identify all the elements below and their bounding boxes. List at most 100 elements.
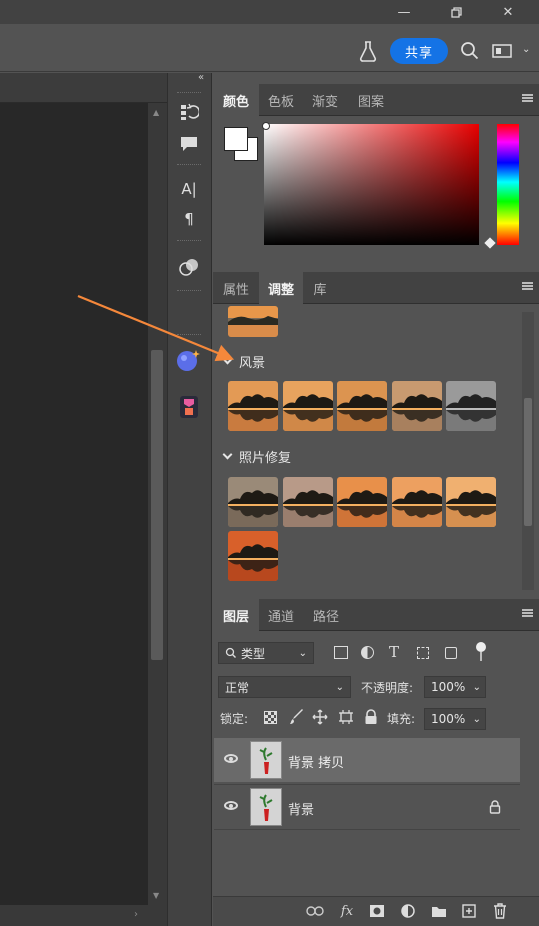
preset-thumbnail[interactable]: [446, 477, 496, 527]
strip-grip[interactable]: [177, 240, 201, 243]
flask-icon[interactable]: [358, 40, 378, 62]
filter-toggle[interactable]: [476, 642, 486, 662]
tab-color[interactable]: 颜色: [213, 84, 259, 116]
workspace-icon[interactable]: [492, 43, 514, 59]
filter-adjustment-icon[interactable]: [361, 646, 374, 659]
layer-filter-select[interactable]: 类型 ⌄: [218, 642, 314, 664]
chevron-down-icon: ⌄: [472, 681, 481, 693]
lock-all-icon[interactable]: [364, 709, 378, 725]
layer-thumbnail: [250, 741, 282, 779]
panel-menu-icon[interactable]: [522, 94, 533, 102]
tab-paths[interactable]: 路径: [303, 599, 349, 631]
comments-icon[interactable]: [171, 131, 207, 157]
horizontal-scrollbar[interactable]: [0, 905, 167, 926]
adjustment-icon[interactable]: [399, 903, 417, 919]
tab-swatches[interactable]: 色板: [259, 84, 303, 116]
preset-thumbnail[interactable]: [391, 477, 442, 527]
tab-layers[interactable]: 图层: [213, 599, 259, 631]
foreground-color-swatch[interactable]: [224, 127, 248, 151]
preset-thumbnail[interactable]: [391, 381, 442, 431]
preset-thumbnail[interactable]: [282, 477, 333, 527]
filter-smartobject-icon[interactable]: [445, 647, 457, 659]
filter-pixel-icon[interactable]: [334, 646, 348, 659]
layer-name[interactable]: 背景 拷贝: [288, 752, 344, 771]
minimize-icon[interactable]: —: [384, 0, 424, 24]
history-icon[interactable]: [171, 99, 207, 125]
link-icon[interactable]: [306, 903, 324, 919]
layer-row-background-copy[interactable]: 背景 拷贝: [214, 738, 520, 782]
opacity-label: 不透明度:: [361, 681, 414, 695]
filter-type-icon[interactable]: T: [389, 643, 399, 661]
scroll-up-icon[interactable]: ▲: [153, 108, 159, 117]
preset-thumbnail[interactable]: [446, 381, 496, 431]
title-bar: — ✕: [0, 0, 539, 24]
layer-list-divider: [214, 829, 520, 830]
lock-position-icon[interactable]: [312, 709, 328, 725]
filter-shape-icon[interactable]: [417, 647, 429, 659]
new-layer-icon[interactable]: [460, 903, 478, 919]
plugin-app-icon[interactable]: [171, 394, 207, 420]
search-icon[interactable]: [460, 41, 480, 61]
lock-pixels-icon[interactable]: [289, 709, 305, 725]
collapse-strip-icon[interactable]: «: [198, 72, 204, 83]
tab-patterns[interactable]: 图案: [347, 84, 395, 116]
hue-slider[interactable]: [497, 124, 519, 245]
preset-thumbnail[interactable]: [228, 531, 278, 581]
lock-transparent-icon[interactable]: [264, 711, 277, 724]
landscape-presets: [228, 381, 498, 433]
adjust-scrollbar-thumb[interactable]: [524, 398, 532, 526]
preset-thumbnail[interactable]: [228, 477, 278, 527]
annotation-arrow: [77, 294, 235, 362]
tab-gradients[interactable]: 渐变: [303, 84, 347, 116]
scrollbar-thumb[interactable]: [151, 350, 163, 660]
photo-repair-presets-row2: [228, 531, 498, 583]
layer-name[interactable]: 背景: [288, 799, 314, 818]
share-button[interactable]: 共享: [390, 38, 448, 64]
preset-thumbnail[interactable]: [282, 381, 333, 431]
adjust-panel-tabs: 属性 调整 库: [213, 272, 539, 304]
preset-thumbnail[interactable]: [337, 477, 387, 527]
channels-icon[interactable]: [171, 254, 207, 280]
opacity-field[interactable]: 100% ⌄: [424, 676, 486, 698]
chevron-down-icon[interactable]: ⌄: [522, 44, 534, 56]
layers-panel-tabs: 图层 通道 路径: [213, 599, 539, 631]
eye-icon[interactable]: [224, 801, 238, 810]
folder-icon[interactable]: [430, 903, 448, 919]
panel-menu-icon[interactable]: [522, 282, 533, 290]
layer-filter-label: 类型: [241, 646, 266, 661]
opacity-value: 100%: [431, 680, 466, 694]
character-icon[interactable]: A|: [171, 176, 207, 202]
preset-thumbnail[interactable]: [228, 381, 278, 431]
tab-adjustments[interactable]: 调整: [259, 272, 303, 304]
section-photo-repair[interactable]: 照片修复: [222, 447, 291, 466]
fill-value: 100%: [431, 712, 466, 726]
color-panel-tabs: 颜色 色板 渐变 图案: [213, 84, 539, 116]
tab-channels[interactable]: 通道: [259, 599, 303, 631]
eye-icon[interactable]: [224, 754, 238, 763]
fill-label: 填充:: [387, 712, 416, 726]
trash-icon[interactable]: [491, 903, 509, 919]
blend-mode-value: 正常: [225, 680, 250, 695]
scroll-right-icon[interactable]: ›: [134, 909, 138, 920]
blend-mode-select[interactable]: 正常 ⌄: [218, 676, 351, 698]
scroll-down-icon[interactable]: ▼: [153, 891, 159, 900]
color-picker-handle[interactable]: [262, 122, 270, 130]
options-toolbar: [0, 24, 539, 72]
chevron-down-icon: ⌄: [298, 647, 307, 659]
lock-artboard-icon[interactable]: [338, 709, 354, 725]
document-canvas[interactable]: [0, 73, 167, 926]
color-field[interactable]: [264, 124, 479, 245]
fill-field[interactable]: 100% ⌄: [424, 708, 486, 730]
preset-thumbnail[interactable]: [337, 381, 387, 431]
layer-row-background[interactable]: 背景: [214, 784, 520, 828]
paragraph-icon[interactable]: ¶: [171, 206, 207, 232]
mask-icon[interactable]: [368, 903, 386, 919]
strip-grip[interactable]: [177, 164, 201, 167]
fx-icon[interactable]: fx: [338, 903, 356, 919]
chevron-down-icon: [222, 449, 233, 460]
panel-menu-icon[interactable]: [522, 609, 533, 617]
strip-grip[interactable]: [177, 92, 201, 95]
tab-libraries[interactable]: 库: [303, 272, 337, 304]
restore-icon[interactable]: [436, 0, 476, 24]
close-icon[interactable]: ✕: [488, 0, 528, 24]
